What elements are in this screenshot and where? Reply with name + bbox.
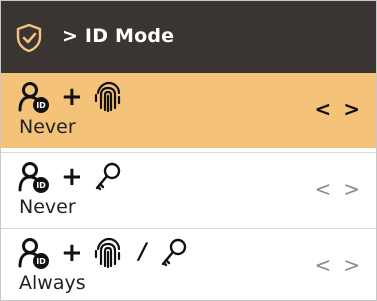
id-mode-panel: > ID Mode ID + Never < > ID + Never < > … bbox=[0, 0, 377, 301]
option-icons: ID + bbox=[17, 80, 123, 114]
option-value: Never bbox=[19, 116, 76, 138]
arrow-left-button[interactable]: < bbox=[314, 99, 331, 119]
or-symbol: / bbox=[138, 240, 147, 265]
option-icons: ID + / bbox=[17, 236, 189, 270]
svg-text:ID: ID bbox=[36, 101, 46, 110]
arrow-right-button[interactable]: > bbox=[343, 99, 360, 119]
option-arrows: < > bbox=[314, 99, 360, 119]
svg-text:ID: ID bbox=[36, 181, 46, 190]
option-value: Always bbox=[19, 272, 86, 294]
arrow-left-button[interactable]: < bbox=[314, 255, 331, 275]
arrow-right-button[interactable]: > bbox=[343, 179, 360, 199]
plus-symbol: + bbox=[61, 162, 83, 192]
key-icon bbox=[161, 238, 187, 267]
shield-check-icon bbox=[16, 23, 42, 53]
option-arrows: < > bbox=[314, 179, 360, 199]
option-row-id-fingerprint-or-key[interactable]: ID + / Always < > bbox=[1, 228, 376, 300]
arrow-left-button[interactable]: < bbox=[314, 179, 331, 199]
option-value: Never bbox=[19, 196, 76, 218]
option-row-id-fingerprint[interactable]: ID + Never < > bbox=[1, 73, 376, 148]
option-icons: ID + bbox=[17, 160, 123, 194]
arrow-right-button[interactable]: > bbox=[343, 255, 360, 275]
plus-symbol: + bbox=[61, 82, 83, 112]
fingerprint-icon bbox=[94, 237, 120, 269]
option-row-id-key[interactable]: ID + Never < > bbox=[1, 152, 376, 227]
header-bar: > ID Mode bbox=[1, 1, 376, 73]
plus-symbol: + bbox=[61, 238, 83, 268]
fingerprint-icon bbox=[94, 81, 120, 113]
id-card-user-icon: ID bbox=[18, 238, 49, 269]
option-arrows: < > bbox=[314, 255, 360, 275]
key-icon bbox=[95, 162, 120, 191]
page-title: > ID Mode bbox=[62, 25, 175, 47]
svg-text:ID: ID bbox=[36, 257, 46, 266]
id-card-user-icon: ID bbox=[18, 82, 49, 113]
id-card-user-icon: ID bbox=[18, 162, 49, 193]
